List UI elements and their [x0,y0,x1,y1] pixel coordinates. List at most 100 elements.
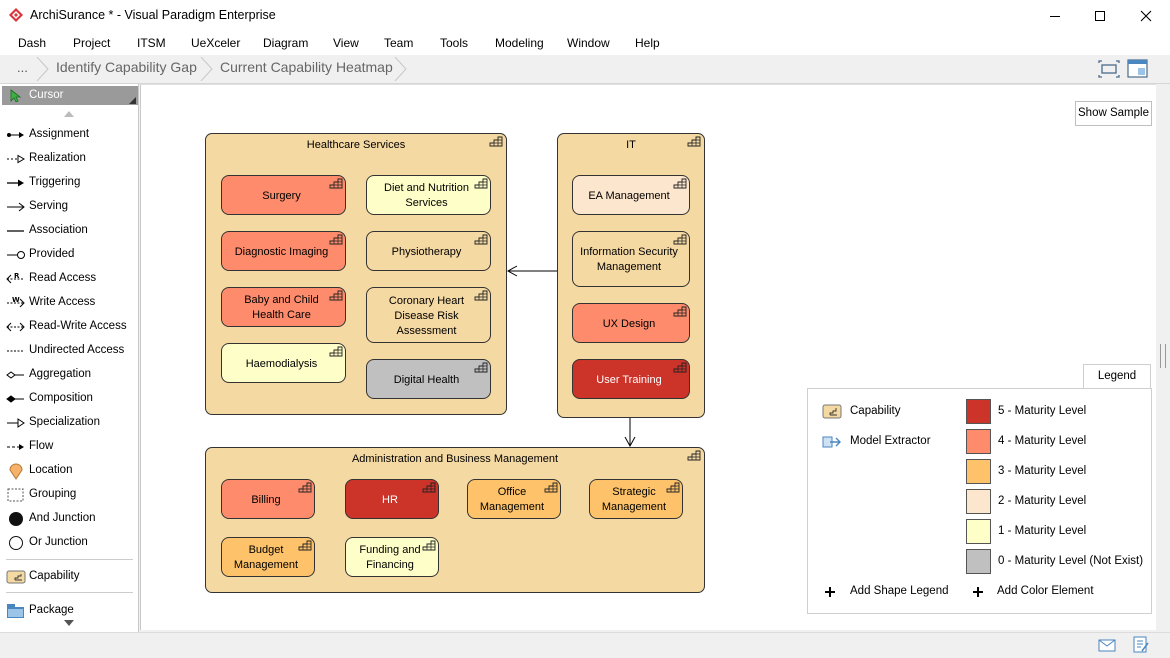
palette-item-package[interactable]: Package [0,600,138,622]
menu-diagram[interactable]: Diagram [263,36,308,50]
palette-item-triggering[interactable]: Triggering [0,172,138,194]
palette-item-flow[interactable]: Flow [0,436,138,458]
legend-shape-label: Capability [850,405,901,417]
plus-icon [973,587,983,597]
aggregation-icon [6,371,24,379]
triggering-icon [7,179,24,187]
menu-view[interactable]: View [333,36,359,50]
diagram-toolbar-palette: Cursor Assignment Realization Triggering… [0,84,139,632]
capability-ea-management[interactable]: EA Management [572,175,690,215]
or-junction-icon [9,536,23,550]
capability-ux-design[interactable]: UX Design [572,303,690,343]
menu-modeling[interactable]: Modeling [495,36,544,50]
vertical-scrollbar[interactable] [1156,84,1170,630]
breadcrumb: ... Identify Capability Gap Current Capa… [0,55,1170,84]
capability-coronary-heart[interactable]: Coronary Heart Disease Risk Assessment [366,287,491,343]
legend-tab[interactable]: Legend [1083,364,1151,389]
palette-item-label: Undirected Access [29,344,125,356]
plus-icon [825,587,835,597]
window-title: ArchiSurance * - Visual Paradigm Enterpr… [30,8,276,22]
fit-diagram-icon[interactable] [1098,60,1120,78]
mail-icon[interactable] [1098,639,1116,652]
capability-label: Strategic Management [601,486,667,513]
palette-item-read-write-access[interactable]: Read-Write Access [0,316,138,338]
legend-color-label: 1 - Maturity Level [998,525,1087,537]
menu-team[interactable]: Team [384,36,413,50]
capability-user-training[interactable]: User Training [572,359,690,399]
capability-label: User Training [596,373,662,386]
capability-billing[interactable]: Billing [221,479,315,519]
menu-uexceler[interactable]: UeXceler [191,36,240,50]
package-icon [7,604,24,618]
scroll-down-arrow-icon[interactable] [64,620,74,627]
document-edit-icon[interactable] [1133,636,1149,654]
legend-color-label: 4 - Maturity Level [998,435,1087,447]
capability-information-security[interactable]: Information Security Management [572,231,690,287]
capability-strategic-management[interactable]: Strategic Management [589,479,683,519]
palette-item-and-junction[interactable]: And Junction [0,508,138,530]
specialization-icon [7,418,25,428]
palette-item-undirected-access[interactable]: Undirected Access [0,340,138,362]
maximize-button[interactable] [1077,0,1123,31]
capability-label: Funding and Financing [359,544,421,571]
menu-itsm[interactable]: ITSM [137,36,166,50]
close-button[interactable] [1123,0,1169,31]
breadcrumb-separator-icon [394,57,407,81]
capability-label: Budget Management [233,544,299,571]
palette-item-capability[interactable]: Capability [0,566,138,588]
status-bar [0,632,1170,658]
capability-baby-child-health[interactable]: Baby and Child Health Care [221,287,346,327]
menu-tools[interactable]: Tools [440,36,468,50]
capability-surgery[interactable]: Surgery [221,175,346,215]
maximize-icon [1095,10,1105,21]
capability-hr[interactable]: HR [345,479,439,519]
palette-item-location[interactable]: Location [0,460,138,482]
svg-text:R: R [14,272,20,280]
breadcrumb-item-current-capability-heatmap[interactable]: Current Capability Heatmap [220,59,393,75]
scrollbar-grip[interactable] [1160,344,1166,368]
palette-item-or-junction[interactable]: Or Junction [0,532,138,554]
palette-item-label: Capability [29,570,80,582]
capability-icon [822,404,842,419]
breadcrumb-more-button[interactable]: ... [8,58,38,80]
palette-item-aggregation[interactable]: Aggregation [0,364,138,386]
palette-item-composition[interactable]: Composition [0,388,138,410]
palette-item-assignment[interactable]: Assignment [0,124,138,146]
palette-item-provided[interactable]: Provided [0,244,138,266]
color-swatch [966,519,991,544]
palette-item-write-access[interactable]: W Write Access [0,292,138,314]
menu-window[interactable]: Window [567,36,610,50]
capability-label: HR [382,493,398,506]
group-title: Healthcare Services [306,139,406,151]
group-title: IT [626,139,636,151]
diagram-navigator-icon[interactable] [1127,59,1149,79]
read-write-access-icon [6,322,25,332]
capability-haemodialysis[interactable]: Haemodialysis [221,343,346,383]
capability-office-management[interactable]: Office Management [467,479,561,519]
palette-item-specialization[interactable]: Specialization [0,412,138,434]
palette-item-grouping[interactable]: Grouping [0,484,138,506]
palette-item-serving[interactable]: Serving [0,196,138,218]
capability-physiotherapy[interactable]: Physiotherapy [366,231,491,271]
menu-help[interactable]: Help [635,36,660,50]
add-color-element-label: Add Color Element [997,585,1094,597]
breadcrumb-item-identify-capability-gap[interactable]: Identify Capability Gap [56,59,197,75]
palette-item-label: Read-Write Access [29,320,127,332]
menu-dash[interactable]: Dash [18,36,46,50]
scroll-up-arrow-icon[interactable] [64,110,74,117]
capability-funding-financing[interactable]: Funding and Financing [345,537,439,577]
palette-item-label: Read Access [29,272,97,284]
capability-diagnostic-imaging[interactable]: Diagnostic Imaging [221,231,346,271]
minimize-button[interactable] [1032,0,1078,31]
palette-item-label: Or Junction [29,536,88,548]
capability-budget-management[interactable]: Budget Management [221,537,315,577]
palette-item-read-access[interactable]: R Read Access [0,268,138,290]
palette-item-association[interactable]: Association [0,220,138,242]
capability-diet-nutrition[interactable]: Diet and Nutrition Services [366,175,491,215]
show-sample-button[interactable]: Show Sample [1075,101,1152,126]
palette-cursor-tool[interactable]: Cursor [2,86,138,105]
capability-digital-health[interactable]: Digital Health [366,359,491,399]
menu-project[interactable]: Project [73,36,110,50]
write-access-icon: W [7,296,25,308]
palette-item-realization[interactable]: Realization [0,148,138,170]
